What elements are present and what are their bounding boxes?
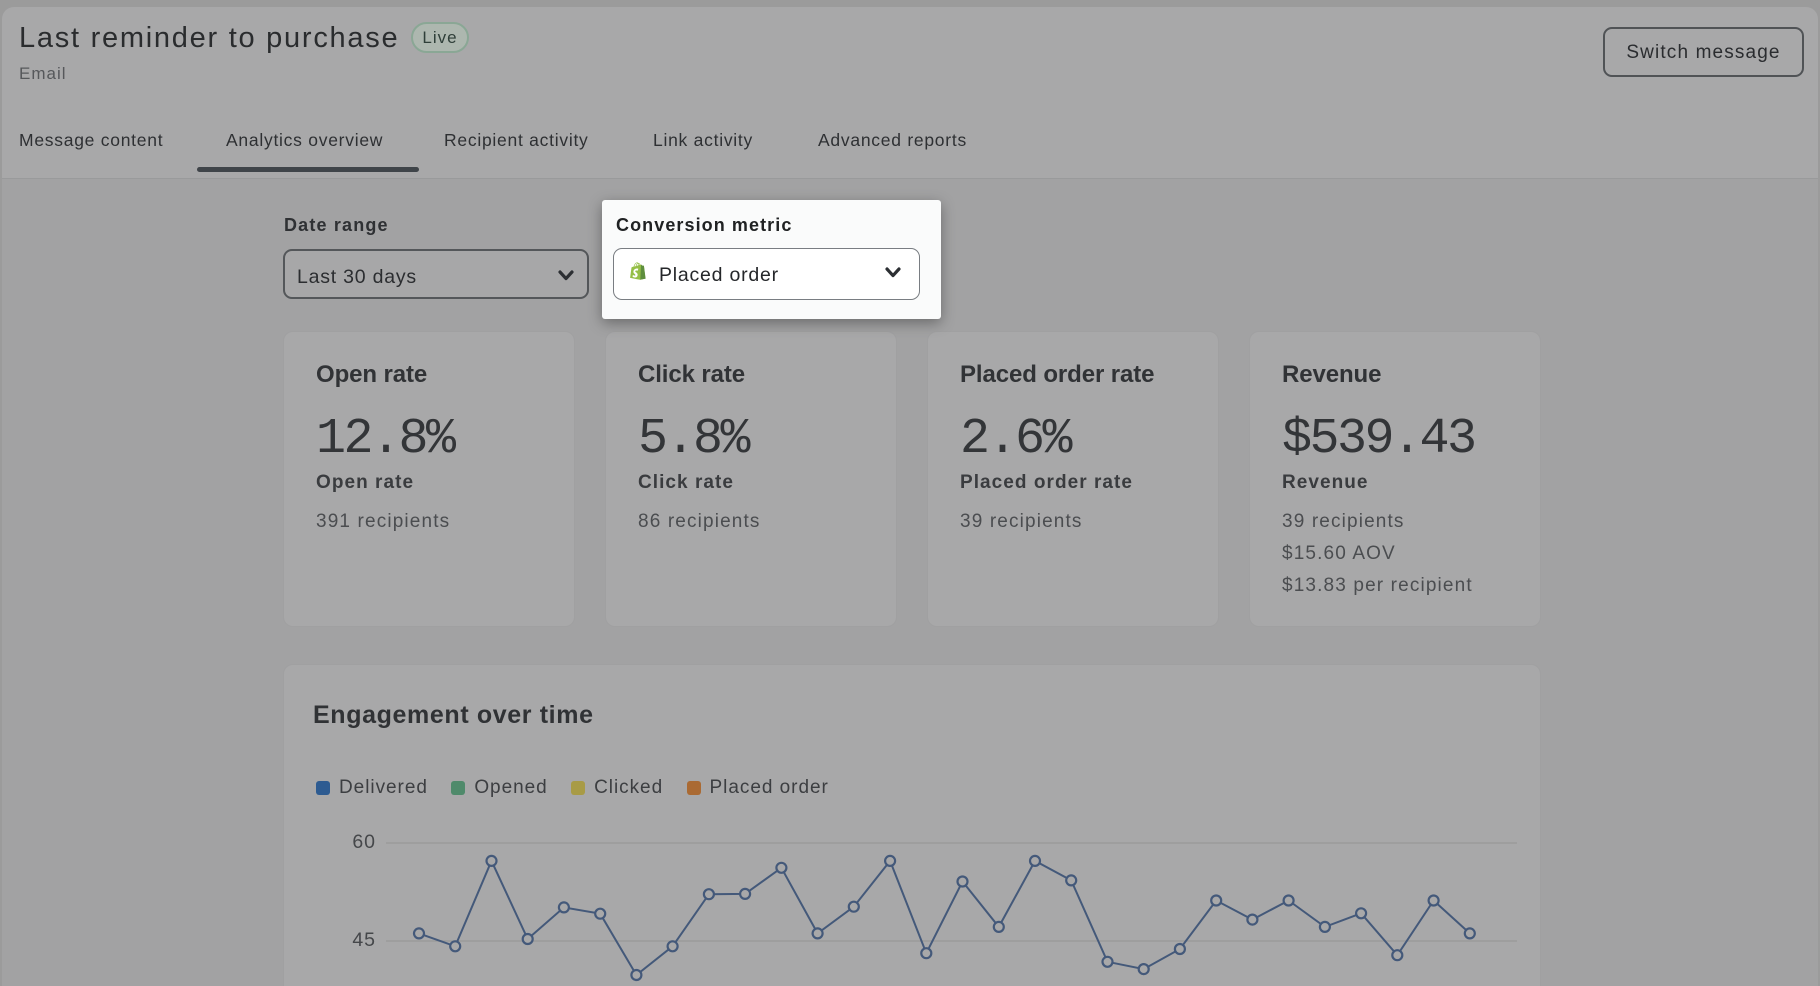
svg-text:45: 45 [352, 929, 376, 951]
svg-text:60: 60 [352, 831, 376, 853]
